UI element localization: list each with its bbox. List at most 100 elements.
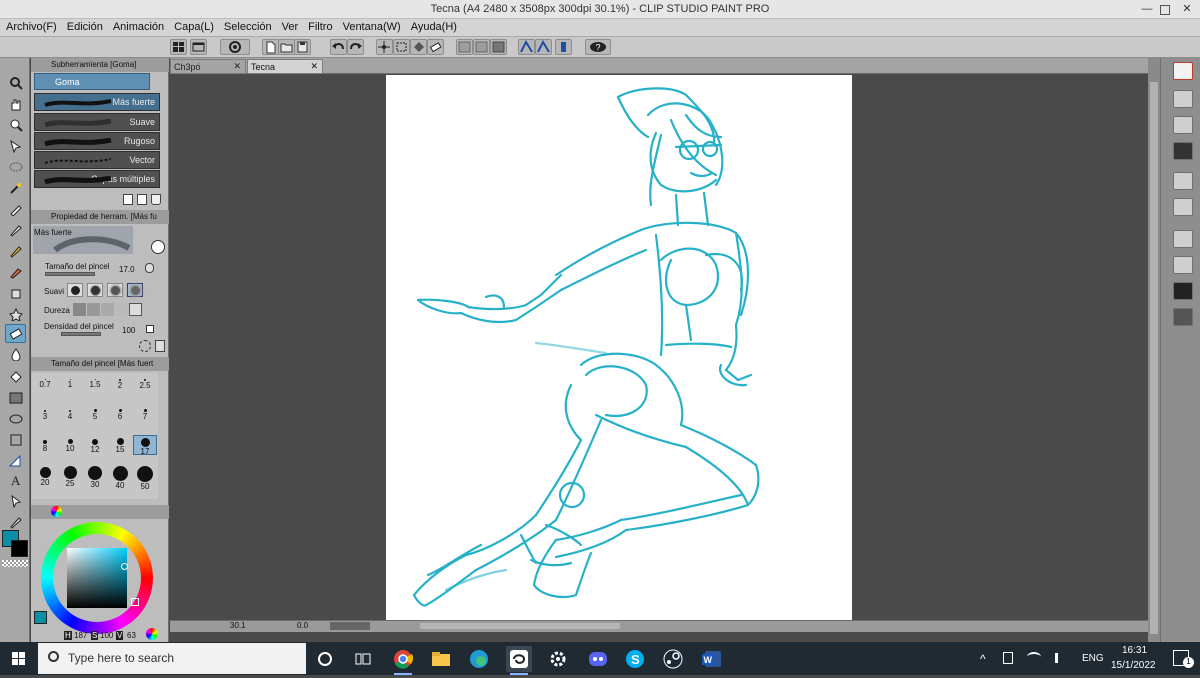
- lasso-icon[interactable]: [5, 158, 26, 177]
- wrench-icon[interactable]: [155, 340, 165, 352]
- size-cell[interactable]: 8: [33, 435, 57, 455]
- snap-special-ruler-button[interactable]: [535, 39, 552, 55]
- saturation-value-square[interactable]: [67, 548, 127, 608]
- brush-size-slider[interactable]: [45, 272, 95, 276]
- menu-capa[interactable]: Capa(L): [168, 19, 218, 33]
- hue-ring[interactable]: [41, 522, 153, 634]
- taskbar-search[interactable]: Type here to search: [38, 643, 306, 674]
- fill-button[interactable]: [410, 39, 427, 55]
- airbrush-icon[interactable]: [5, 284, 26, 303]
- word-icon[interactable]: W: [699, 646, 725, 672]
- size-cell[interactable]: 20: [33, 466, 57, 487]
- size-cell[interactable]: 0.7: [33, 373, 57, 393]
- open-file-button[interactable]: [278, 39, 295, 55]
- skype-icon[interactable]: S: [622, 646, 648, 672]
- gradient-tool-icon[interactable]: [5, 389, 26, 408]
- size-cell[interactable]: 3: [33, 404, 57, 424]
- horizontal-scrollbar[interactable]: [420, 623, 620, 629]
- menu-archivo[interactable]: Archivo(F): [0, 19, 61, 33]
- eraser-tool-icon[interactable]: [5, 324, 26, 343]
- hardness-bar[interactable]: [73, 303, 143, 316]
- material-icon[interactable]: [1173, 116, 1193, 134]
- layers-icon[interactable]: [1173, 256, 1193, 274]
- menu-ayuda[interactable]: Ayuda(H): [405, 19, 461, 33]
- file-explorer-icon[interactable]: [428, 646, 454, 672]
- maximize-button[interactable]: [1160, 5, 1170, 15]
- blend-tool-icon[interactable]: [5, 345, 26, 364]
- density-slider[interactable]: [61, 332, 101, 336]
- size-cell[interactable]: 40: [108, 466, 132, 490]
- density-checkbox[interactable]: [146, 325, 154, 333]
- eraser-selection-button[interactable]: [427, 39, 444, 55]
- redo-button[interactable]: [347, 39, 364, 55]
- fill-tool-icon[interactable]: [5, 368, 26, 387]
- snap-grid-button[interactable]: [555, 39, 572, 55]
- pen-tool-icon[interactable]: [5, 221, 26, 240]
- color-wheel-tab-icon[interactable]: [51, 506, 62, 517]
- size-cell[interactable]: 2.5: [133, 373, 157, 393]
- softness-option-1[interactable]: [67, 283, 83, 297]
- minimize-button[interactable]: —: [1140, 2, 1154, 16]
- tab-tecna[interactable]: Tecna ✕: [247, 59, 323, 74]
- vertical-scrollbar[interactable]: [1148, 58, 1160, 642]
- layer-search-icon[interactable]: [1173, 198, 1193, 216]
- figure-tool-icon[interactable]: [5, 410, 26, 429]
- navigator-icon[interactable]: [1173, 62, 1193, 80]
- zoom-value[interactable]: 30.1: [230, 621, 246, 630]
- clip-studio-taskbar-icon[interactable]: [506, 646, 532, 675]
- hue-picker-handle[interactable]: [131, 598, 139, 606]
- size-cell[interactable]: 1: [58, 373, 82, 393]
- decoration-icon[interactable]: [5, 305, 26, 324]
- rotation-slider[interactable]: [330, 622, 370, 630]
- size-cell[interactable]: 7: [133, 404, 157, 424]
- brush-tool-icon[interactable]: [5, 263, 26, 282]
- meet-now-icon[interactable]: [1003, 652, 1013, 664]
- clear-outside-button[interactable]: [473, 39, 490, 55]
- task-view-icon[interactable]: [350, 646, 376, 672]
- color-settings-icon[interactable]: [146, 628, 158, 640]
- softness-option-4[interactable]: [127, 283, 143, 297]
- size-cell[interactable]: 5: [83, 404, 107, 424]
- layout-grid-button[interactable]: [170, 39, 187, 55]
- save-button[interactable]: [294, 39, 311, 55]
- brush-capas-multiples[interactable]: Capas múltiples: [34, 170, 160, 188]
- size-cell[interactable]: 6: [108, 404, 132, 424]
- wifi-icon[interactable]: [1027, 652, 1041, 662]
- size-cell-selected[interactable]: 17: [133, 435, 157, 456]
- notification-icon[interactable]: 1: [1173, 650, 1194, 668]
- pressure-icon[interactable]: [145, 263, 154, 273]
- rotation-value[interactable]: 0.0: [297, 621, 308, 630]
- create-subtool-icon[interactable]: [137, 194, 147, 205]
- scroll-thumb[interactable]: [1150, 82, 1158, 634]
- fill-selection-button[interactable]: [490, 39, 507, 55]
- menu-seleccion[interactable]: Selección: [218, 19, 276, 33]
- clock-date[interactable]: 15/1/2022: [1111, 660, 1156, 671]
- edge-icon[interactable]: [466, 646, 492, 672]
- clip-studio-button[interactable]: [220, 39, 250, 55]
- menu-animacion[interactable]: Animación: [107, 19, 168, 33]
- chrome-icon[interactable]: [390, 646, 416, 675]
- frame-tool-icon[interactable]: [5, 431, 26, 450]
- brush-suave[interactable]: Suave: [34, 113, 160, 131]
- tab-ch3po[interactable]: Ch3pó ✕: [170, 59, 246, 74]
- pencil-tool-icon[interactable]: [5, 242, 26, 261]
- softness-option-3[interactable]: [107, 283, 123, 297]
- settings-icon[interactable]: [545, 646, 571, 672]
- close-button[interactable]: ✕: [1180, 2, 1194, 16]
- timeline-icon[interactable]: [1173, 308, 1193, 326]
- sub-color-swatch[interactable]: [11, 540, 28, 557]
- selection-box-button[interactable]: [393, 39, 410, 55]
- size-cell[interactable]: 30: [83, 466, 107, 489]
- auto-action-icon[interactable]: [1173, 282, 1193, 300]
- copy-subtool-icon[interactable]: [123, 194, 133, 205]
- size-cell[interactable]: 1.5: [83, 373, 107, 393]
- color-history-icon[interactable]: [1173, 230, 1193, 248]
- magnify-preview-icon[interactable]: [151, 240, 165, 254]
- layer-property-icon[interactable]: [1173, 172, 1193, 190]
- menu-edicion[interactable]: Edición: [61, 19, 107, 33]
- zoom-tool-icon[interactable]: [5, 74, 26, 93]
- cortana-icon[interactable]: [312, 646, 338, 672]
- brush-vector[interactable]: Vector: [34, 151, 160, 169]
- size-cell[interactable]: 50: [133, 466, 157, 491]
- size-cell[interactable]: 12: [83, 435, 107, 455]
